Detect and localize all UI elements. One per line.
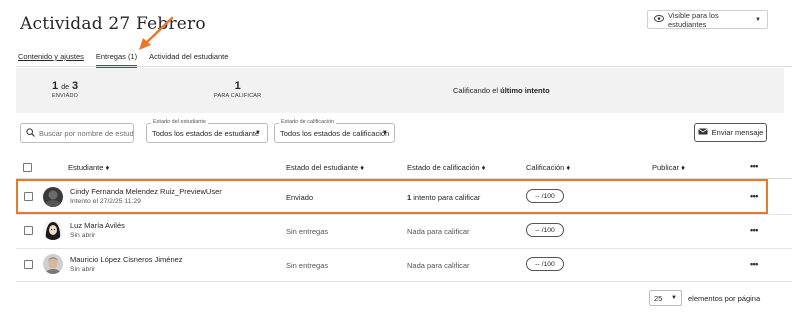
search-input[interactable]: Buscar por nombre de estudia — [20, 123, 134, 143]
grade-pill[interactable]: -- /100 — [526, 257, 564, 271]
submitted-label: ENVIADO — [52, 93, 79, 99]
student-cell: Luz María Avilés Sin abrir — [70, 221, 125, 239]
student-name[interactable]: Luz María Avilés — [70, 221, 125, 230]
student-cell: Mauricio López Cisneros Jiménez Sin abri… — [70, 255, 183, 273]
search-placeholder: Buscar por nombre de estudia — [39, 128, 134, 138]
student-status-filter-value: Todos los estados de estudiante — [152, 128, 260, 138]
eye-icon — [654, 15, 664, 24]
column-grade[interactable]: Calificación ♦ — [526, 163, 570, 172]
row-checkbox[interactable] — [24, 226, 33, 235]
table-header: Estudiante ♦ Estado del estudiante ♦ Est… — [16, 158, 792, 178]
student-status-filter[interactable]: Estado del estudiante Todos los estados … — [146, 119, 268, 143]
grading-status-filter-label: Estado de calificación — [279, 119, 337, 125]
open-status: Sin abrir — [70, 266, 96, 273]
table-row: Mauricio López Cisneros Jiménez Sin abri… — [16, 248, 792, 282]
page-size-value: 25 — [654, 293, 663, 303]
row-highlight-annotation — [16, 179, 768, 214]
student-status: Sin entregas — [286, 227, 329, 236]
grading-prefix: Calificando el — [453, 86, 499, 95]
avatar — [43, 220, 63, 240]
tab-divider — [16, 66, 792, 67]
submitted-count: 1 — [52, 80, 59, 92]
search-icon — [26, 127, 35, 139]
row-divider — [16, 281, 792, 282]
caret-down-icon: ▼ — [382, 130, 388, 136]
caret-down-icon: ▼ — [755, 16, 761, 23]
caret-down-icon: ▼ — [255, 130, 261, 136]
submitted-total: 3 — [72, 80, 79, 92]
grading-status-filter-value: Todos los estados de calificación — [280, 128, 390, 138]
student-name[interactable]: Mauricio López Cisneros Jiménez — [70, 255, 183, 264]
to-grade-label: PARA CALIFICAR — [214, 93, 262, 99]
more-options-icon[interactable]: ••• — [750, 259, 758, 269]
page-size-select[interactable]: 25 ▼ — [649, 290, 682, 306]
grading-status: Nada para calificar — [407, 261, 470, 270]
avatar — [43, 254, 63, 274]
submitted-stat: 1 de 3 ENVIADO — [52, 80, 78, 99]
grading-status-filter[interactable]: Estado de calificación Todos los estados… — [274, 119, 395, 143]
student-status: Sin entregas — [286, 261, 329, 270]
more-options-icon[interactable]: ••• — [750, 225, 758, 235]
page-title: Actividad 27 Febrero — [20, 14, 206, 34]
more-options-icon[interactable]: ••• — [750, 161, 758, 171]
grading-emphasis: último intento — [500, 86, 550, 95]
column-student[interactable]: Estudiante ♦ — [68, 163, 109, 172]
visibility-dropdown[interactable]: Visible para los estudiantes ▼ — [647, 10, 768, 29]
send-message-button[interactable]: Enviar mensaje — [694, 123, 767, 142]
page-size-label: elementos por página — [688, 293, 761, 303]
column-student-status[interactable]: Estado del estudiante ♦ — [286, 163, 364, 172]
envelope-icon — [697, 128, 708, 137]
submission-summary: 1 de 3 ENVIADO 1 PARA CALIFICAR Califica… — [16, 68, 784, 113]
column-publish[interactable]: Publicar ♦ — [652, 163, 685, 172]
send-message-label: Enviar mensaje — [711, 128, 764, 137]
visibility-label: Visible para los estudiantes — [668, 10, 719, 29]
table-row: Luz María Avilés Sin abrir Sin entregas … — [16, 214, 792, 248]
pagination: 25 ▼ elementos por página — [649, 290, 760, 306]
student-status-filter-label: Estado del estudiante — [151, 119, 208, 125]
select-all-checkbox[interactable] — [23, 163, 32, 172]
grade-pill[interactable]: -- /100 — [526, 223, 564, 237]
to-grade-count: 1 — [234, 80, 241, 92]
submitted-of: de — [61, 84, 69, 91]
open-status: Sin abrir — [70, 232, 96, 239]
column-grading-status[interactable]: Estado de calificación ♦ — [407, 163, 485, 172]
grading-status: Nada para calificar — [407, 227, 470, 236]
row-checkbox[interactable] — [24, 260, 33, 269]
to-grade-stat: 1 PARA CALIFICAR — [214, 80, 261, 99]
caret-down-icon: ▼ — [671, 295, 677, 301]
grading-note: Calificando el último intento — [453, 86, 550, 95]
